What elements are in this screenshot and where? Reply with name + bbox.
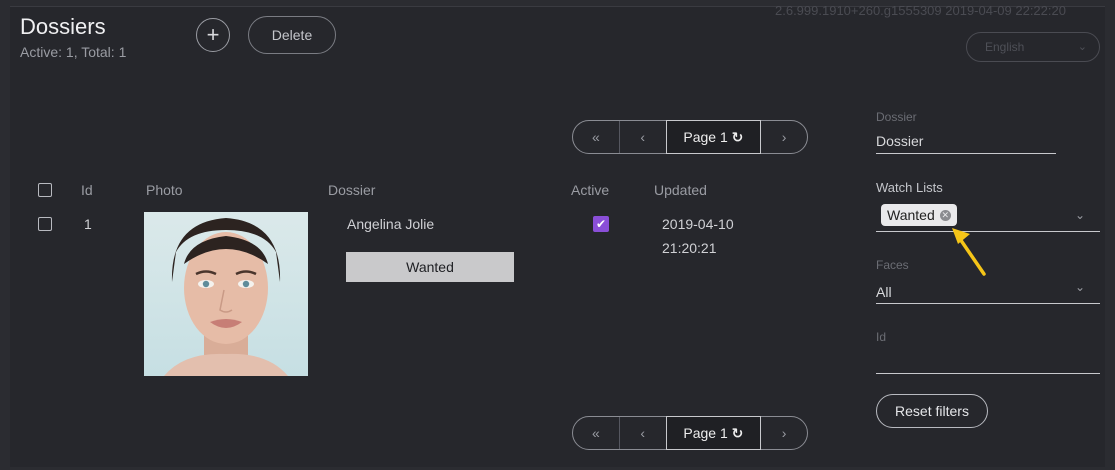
active-checkbox[interactable]: ✔ [593,216,609,232]
filter-dossier-input[interactable]: Dossier [876,133,923,149]
watch-list-chip[interactable]: Wanted ✕ [881,204,957,226]
dossier-photo[interactable] [144,212,308,376]
remove-chip-icon[interactable]: ✕ [939,209,951,221]
watch-list-badge: Wanted [346,252,514,282]
pagination-top: « ‹ Page 1 ↻ › [572,120,808,154]
annotation-arrow-icon [952,228,986,276]
refresh-icon: ↻ [731,128,744,145]
plus-icon: + [206,22,220,47]
page-label: Page 1 [683,425,728,441]
page-label: Page 1 [683,129,728,145]
filter-faces-label: Faces [876,258,909,272]
dossier-count: Active: 1, Total: 1 [20,44,127,60]
select-all-checkbox[interactable] [38,183,52,197]
check-icon: ✔ [595,217,607,231]
chevron-down-icon: ⌄ [1077,41,1087,53]
page-title: Dossiers [20,14,106,39]
watch-list-chip-label: Wanted [887,207,935,223]
column-header-photo: Photo [146,182,183,198]
filter-id-input[interactable] [876,373,1100,374]
first-page-button[interactable]: « [573,121,620,153]
filter-faces-select[interactable]: All [876,284,892,300]
column-header-active[interactable]: Active [571,182,609,198]
updated-time: 21:20:21 [662,240,717,256]
column-header-dossier[interactable]: Dossier [328,182,375,198]
filter-faces-underline [876,303,1100,304]
row-id[interactable]: 1 [84,216,92,232]
filter-id-label: Id [876,330,887,344]
filter-dossier-label: Dossier [876,110,917,124]
prev-page-button[interactable]: ‹ [620,417,666,449]
pagination-bottom: « ‹ Page 1 ↻ › [572,416,808,450]
filter-dossier-underline [876,153,1056,154]
dossier-name[interactable]: Angelina Jolie [347,216,434,232]
language-value: English [985,40,1025,54]
faces-chevron-down-icon[interactable]: ⌄ [1075,280,1085,294]
page-indicator[interactable]: Page 1 ↻ [665,120,762,154]
page-indicator[interactable]: Page 1 ↻ [665,416,762,450]
column-header-id[interactable]: Id [81,182,93,198]
filter-watch-lists-label: Watch Lists [876,180,943,195]
next-page-button[interactable]: › [761,121,807,153]
add-dossier-button[interactable]: + [196,18,230,52]
next-page-button[interactable]: › [761,417,807,449]
updated-date: 2019-04-10 [662,216,734,232]
reset-filters-button[interactable]: Reset filters [876,394,988,428]
language-select[interactable]: English ⌄ [966,32,1100,62]
prev-page-button[interactable]: ‹ [620,121,666,153]
watch-lists-chevron-down-icon[interactable]: ⌄ [1075,208,1085,222]
refresh-icon: ↻ [731,424,744,441]
delete-button[interactable]: Delete [248,16,336,54]
first-page-button[interactable]: « [573,417,620,449]
column-header-updated[interactable]: Updated [654,182,707,198]
row-select-checkbox[interactable] [38,217,52,231]
version-label: 2.6.999.1910+260.g1555309 2019-04-09 22:… [775,3,1066,18]
